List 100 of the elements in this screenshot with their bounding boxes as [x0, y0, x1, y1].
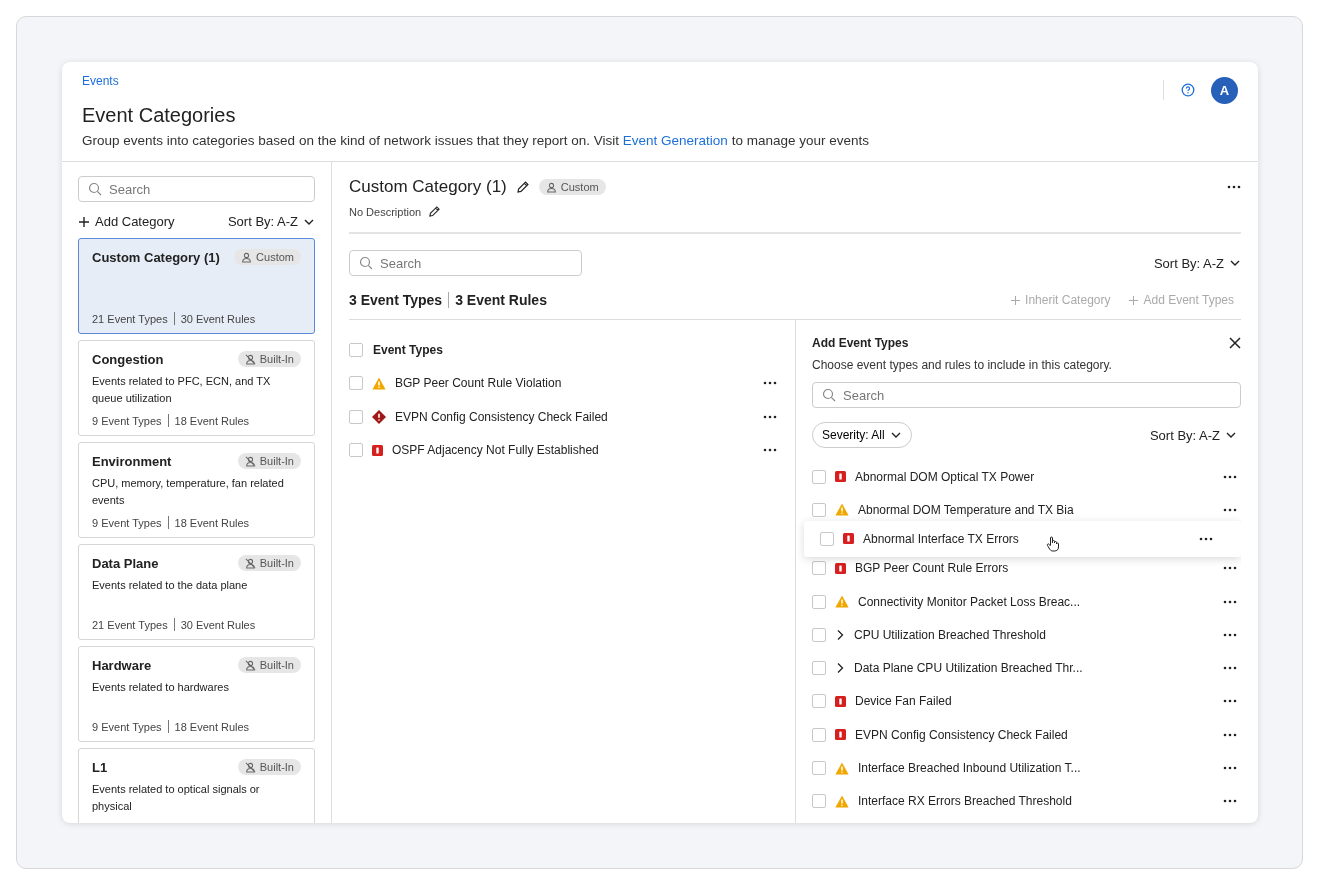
help-icon[interactable]: [1181, 83, 1195, 97]
category-tag: Built-In: [237, 453, 301, 469]
event-type-name: CPU Utilization Breached Threshold: [854, 627, 1046, 642]
row-checkbox[interactable]: [820, 531, 834, 546]
event-types-count: 9 Event Types: [92, 516, 162, 529]
category-name: Environment: [92, 453, 172, 469]
more-icon[interactable]: [1223, 732, 1237, 737]
row-checkbox[interactable]: [812, 469, 826, 484]
event-type-name: Interface RX Errors Breached Threshold: [858, 794, 1072, 809]
error-icon: [372, 444, 383, 456]
warning-icon: [372, 376, 386, 390]
plus-icon: [1010, 294, 1022, 306]
row-checkbox[interactable]: [349, 443, 363, 458]
search-field[interactable]: Search: [78, 176, 315, 202]
sort-dropdown[interactable]: Sort By: A-Z: [227, 214, 315, 229]
more-icon[interactable]: [1223, 507, 1237, 512]
event-types-count: 3 Event Types: [349, 292, 443, 308]
event-types-count: 9 Event Types: [92, 720, 162, 733]
plus-icon: [1128, 294, 1140, 306]
more-icon[interactable]: [1223, 632, 1237, 637]
row-checkbox[interactable]: [812, 594, 826, 609]
row-checkbox[interactable]: [812, 661, 826, 676]
event-type-name: Abnormal Interface TX Errors: [863, 531, 1019, 546]
more-icon[interactable]: [1223, 666, 1237, 671]
row-checkbox[interactable]: [812, 761, 826, 775]
severity-filter[interactable]: Severity: All: [812, 422, 912, 448]
dragged-row[interactable]: Abnormal Interface TX Errors: [804, 520, 1241, 557]
event-generation-link[interactable]: Event Generation: [622, 133, 728, 148]
event-rules-count: 30 Event Rules: [180, 618, 256, 631]
category-card[interactable]: Congestion Built-In Events related to PFC, ECN, and TX queue utilization 9 Event Types 18 Event Rules: [78, 340, 315, 436]
person-crossed-icon: [244, 761, 256, 773]
search-field[interactable]: Search: [349, 250, 582, 276]
warning-icon: [835, 761, 849, 775]
event-types-count: 21 Event Types: [92, 312, 168, 325]
event-rules-count: 30 Event Rules: [180, 312, 256, 325]
search-field[interactable]: Search: [812, 382, 1241, 408]
warning-icon: [835, 595, 849, 609]
row-checkbox[interactable]: [812, 794, 826, 809]
event-rules-count: 18 Event Rules: [174, 720, 250, 733]
chevron-right-icon[interactable]: [835, 628, 845, 641]
close-icon[interactable]: [1229, 337, 1241, 349]
warning-icon: [835, 503, 849, 517]
person-crossed-icon: [244, 557, 256, 569]
error-icon: [843, 533, 854, 545]
edit-icon[interactable]: [428, 205, 442, 218]
more-icon[interactable]: [1223, 474, 1237, 479]
more-icon[interactable]: [1223, 699, 1237, 704]
panel-title: Add Event Types: [812, 336, 909, 350]
event-types-count: 9 Event Types: [92, 414, 162, 427]
category-card[interactable]: Hardware Built-In Events related to hardwares 9 Event Types 18 Event Rules: [78, 646, 315, 742]
category-tag: Custom: [234, 249, 301, 265]
category-description: Events related to PFC, ECN, and TX queue utilization: [92, 374, 272, 406]
category-tag: Built-In: [237, 657, 301, 673]
page-description: Group events into categories based on the kind of network issues that they report on. Visit Event Generation to manage your events: [82, 133, 869, 148]
event-type-name: EVPN Config Consistency Check Failed: [395, 409, 608, 424]
edit-icon[interactable]: [515, 180, 530, 194]
more-icon[interactable]: [1223, 766, 1237, 770]
event-rules-count: 3 Event Rules: [455, 292, 547, 308]
more-icon[interactable]: [763, 414, 777, 419]
more-icon[interactable]: [1223, 566, 1237, 571]
chevron-right-icon[interactable]: [835, 662, 845, 675]
row-checkbox[interactable]: [349, 409, 363, 424]
more-icon[interactable]: [763, 381, 777, 386]
row-checkbox[interactable]: [812, 694, 826, 709]
more-icon[interactable]: [1227, 185, 1241, 189]
more-icon[interactable]: [1223, 799, 1237, 804]
sort-dropdown[interactable]: Sort By: A-Z: [1153, 255, 1241, 271]
row-checkbox[interactable]: [812, 627, 826, 642]
plus-icon: [78, 215, 90, 228]
category-name: L1: [92, 759, 108, 775]
more-icon[interactable]: [1223, 599, 1237, 604]
category-tag: Built-In: [237, 555, 301, 571]
row-checkbox[interactable]: [812, 502, 826, 517]
select-all-checkbox[interactable]: [349, 342, 363, 357]
breadcrumb-link[interactable]: Events: [82, 74, 119, 88]
event-type-name: BGP Peer Count Rule Violation: [395, 376, 562, 391]
event-type-name: Abnormal DOM Optical TX Power: [855, 469, 1035, 484]
category-name: Congestion: [92, 351, 164, 367]
more-icon[interactable]: [763, 448, 777, 453]
category-card[interactable]: Environment Built-In CPU, memory, temperature, fan related events 9 Event Types 18 Event Rules: [78, 442, 315, 538]
error-icon: [835, 562, 846, 574]
column-header: Event Types: [373, 342, 443, 357]
category-card[interactable]: L1 Built-In Events related to optical signals or physical: [78, 748, 315, 823]
sort-dropdown[interactable]: Sort By: A-Z: [1149, 427, 1237, 443]
more-icon[interactable]: [1199, 536, 1213, 541]
event-type-name: Interface Breached Inbound Utilization T...: [858, 761, 1081, 775]
event-rules-count: 18 Event Rules: [174, 414, 250, 427]
category-card[interactable]: Custom Category (1) Custom 21 Event Types 30 Event Rules: [78, 238, 315, 334]
event-type-name: Abnormal DOM Temperature and TX Bia: [858, 502, 1074, 517]
category-name: Custom Category (1): [92, 249, 220, 265]
person-crossed-icon: [244, 455, 256, 467]
add-category-button[interactable]: Add Category: [78, 214, 175, 229]
category-description: Events related to the data plane: [92, 578, 249, 593]
row-checkbox[interactable]: [812, 561, 826, 576]
category-card[interactable]: Data Plane Built-In Events related to the data plane 21 Event Types 30 Event Rules: [78, 544, 315, 640]
user-avatar[interactable]: A: [1211, 76, 1238, 104]
row-checkbox[interactable]: [349, 376, 363, 391]
row-checkbox[interactable]: [812, 727, 826, 742]
category-tag: Built-In: [237, 351, 301, 367]
event-type-name: Device Fan Failed: [855, 694, 952, 709]
